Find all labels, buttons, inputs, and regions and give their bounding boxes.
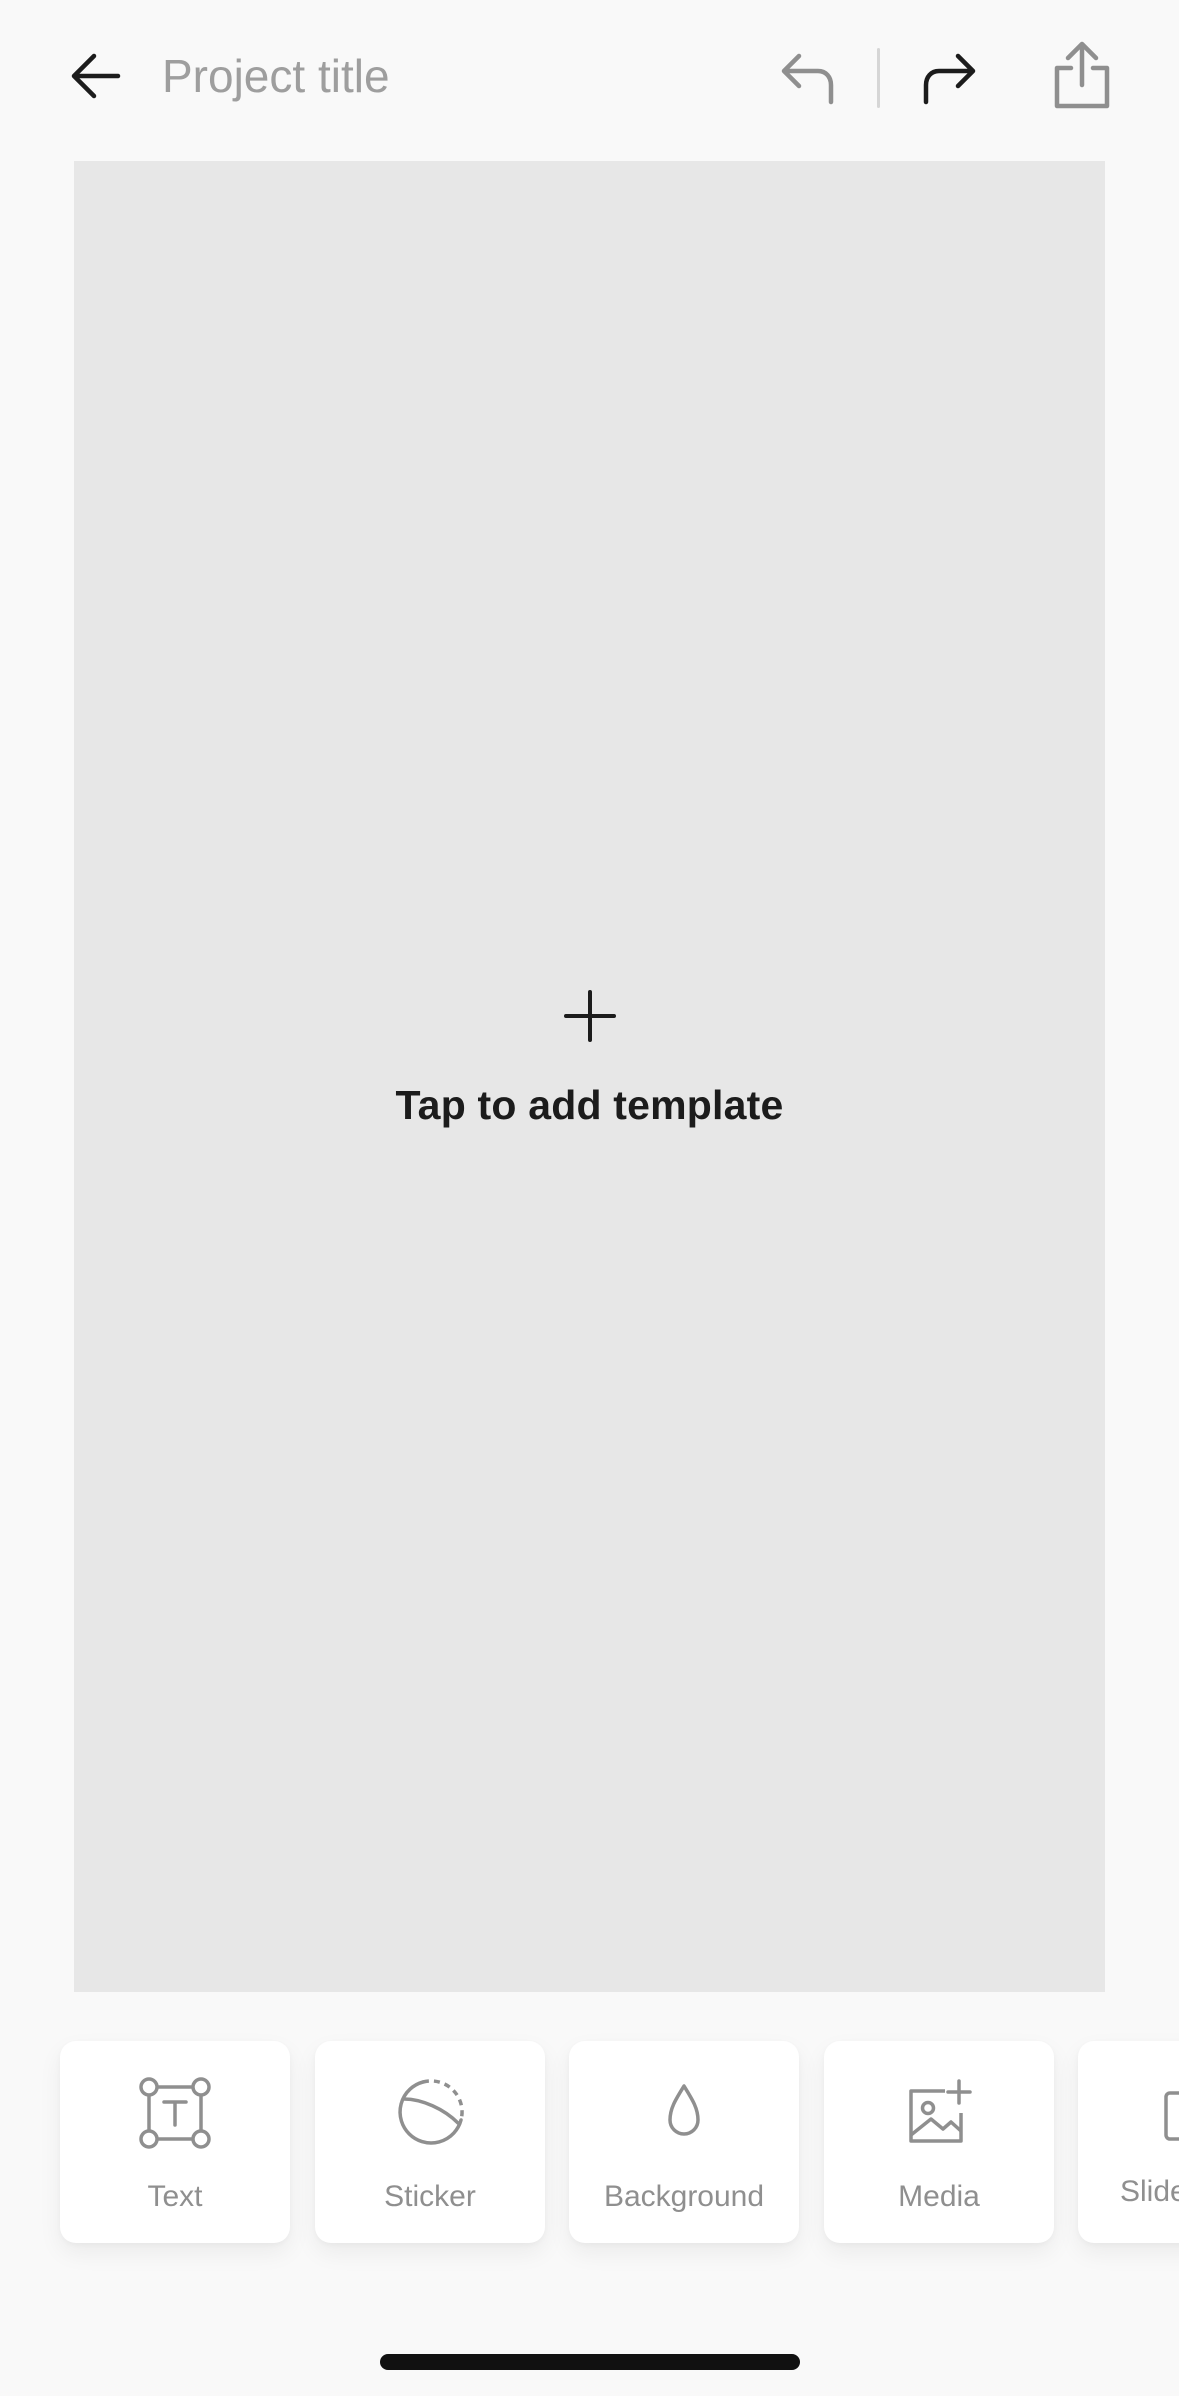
sticker-tool-label: Sticker [384,2180,476,2213]
home-indicator [380,2354,800,2370]
add-template-label: Tap to add template [395,1082,784,1128]
plus-icon [563,990,616,1042]
back-button[interactable] [55,36,135,116]
undo-button[interactable] [765,36,849,116]
share-button[interactable] [1040,30,1124,120]
slide-tool-label: Slide [1120,2175,1179,2208]
text-box-icon [139,2077,211,2149]
redo-button[interactable] [908,36,992,116]
redo-icon [923,53,976,105]
undo-icon [781,53,834,105]
share-icon [1054,41,1110,109]
text-tool-button[interactable]: Text [60,2041,290,2243]
background-tool-button[interactable]: Background [569,2041,799,2243]
background-tool-label: Background [603,2180,765,2213]
text-tool-label: Text [147,2180,203,2213]
undo-redo-divider [877,48,880,108]
sticker-tool-button[interactable]: Sticker [315,2041,545,2243]
arrow-left-icon [71,53,121,99]
droplet-icon [668,2084,700,2136]
slide-tool-button[interactable]: Slide [1078,2041,1179,2243]
add-template-prompt[interactable]: Tap to add template [0,990,1179,1129]
tool-strip: Text Sticker Background Media Slide [0,2025,1179,2285]
top-bar [0,0,1179,150]
slide-icon [1164,2091,1179,2141]
image-add-icon [909,2079,972,2143]
media-tool-label: Media [898,2180,980,2213]
project-title-input[interactable] [162,40,722,112]
media-tool-button[interactable]: Media [824,2041,1054,2243]
sticker-icon [398,2079,464,2145]
